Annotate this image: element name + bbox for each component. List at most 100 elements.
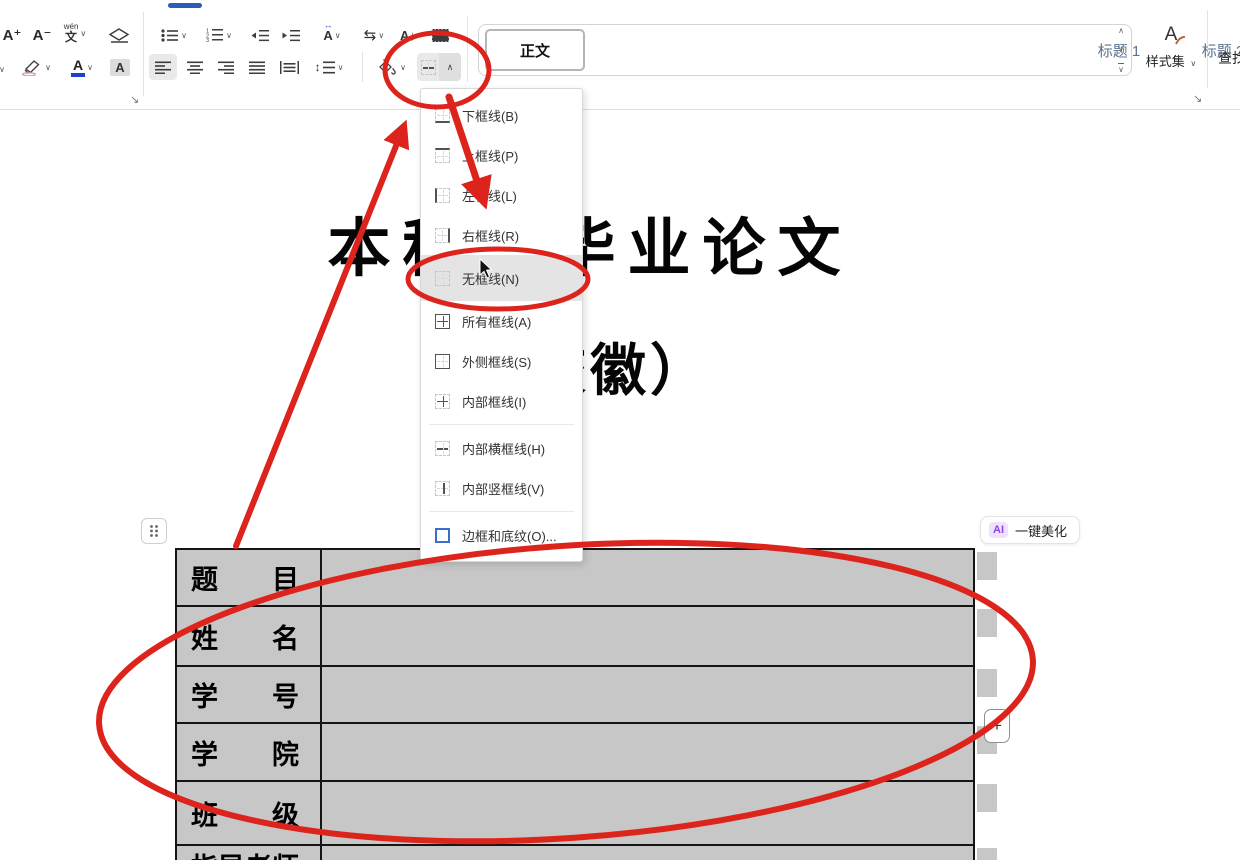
inside-borders-icon bbox=[435, 394, 450, 409]
style-set-icon: A bbox=[1165, 24, 1178, 46]
table-label-cell[interactable]: 姓 名 bbox=[176, 606, 321, 666]
style-set-button[interactable]: A 样式集 ∨ bbox=[1142, 24, 1200, 84]
active-tab-indicator bbox=[168, 3, 202, 8]
font-dialog-launcher[interactable]: ↘ bbox=[130, 93, 139, 106]
ai-badge: AI bbox=[989, 522, 1008, 538]
table-label-cell[interactable]: 指导老师 bbox=[176, 845, 321, 860]
table-value-cell[interactable] bbox=[321, 723, 974, 781]
table-move-handle[interactable] bbox=[141, 518, 167, 544]
align-right-icon bbox=[218, 61, 235, 74]
menu-item-no-border[interactable]: 无框线(N) bbox=[421, 255, 582, 301]
ai-beautify-button[interactable]: AI 一键美化 bbox=[980, 516, 1080, 544]
text-direction-button[interactable]: ⇆ ∨ bbox=[353, 22, 395, 48]
menu-item-label: 内部横框线(H) bbox=[462, 439, 545, 458]
chevron-down-icon: ∨ bbox=[400, 63, 406, 72]
row-end-mark bbox=[977, 609, 997, 637]
table-label-cell[interactable]: 班 级 bbox=[176, 781, 321, 845]
shading-button[interactable]: ∨ bbox=[369, 54, 413, 80]
sort-icon: A↓ bbox=[400, 28, 416, 43]
table-label-cell[interactable]: 题 目 bbox=[176, 549, 321, 606]
table-value-cell[interactable] bbox=[321, 666, 974, 723]
char-scale-icon: ↔ A bbox=[323, 28, 332, 43]
drag-dots-icon bbox=[149, 524, 159, 538]
gallery-expand-button[interactable]: ∨ bbox=[1118, 63, 1124, 74]
gallery-scroll-down-button[interactable]: ∨ bbox=[1118, 45, 1124, 54]
plus-icon: + bbox=[992, 716, 1002, 736]
menu-item-right-border[interactable]: 右框线(R) bbox=[421, 215, 582, 255]
style-item-normal[interactable]: 正文 bbox=[485, 29, 585, 71]
menu-item-borders-and-shading[interactable]: 边框和底纹(O)... bbox=[421, 515, 582, 555]
chevron-down-icon: ∨ bbox=[338, 63, 344, 72]
decrease-font-icon: A⁻ bbox=[33, 26, 52, 44]
increase-font-button[interactable]: A⁺ bbox=[0, 22, 26, 48]
menu-item-label: 无框线(N) bbox=[462, 269, 519, 288]
bullet-list-button[interactable]: ∨ bbox=[153, 22, 195, 48]
document-subtitle: （校徽） bbox=[0, 326, 1180, 407]
borders-button[interactable] bbox=[417, 53, 439, 81]
justify-button[interactable] bbox=[243, 54, 271, 80]
menu-item-bottom-border[interactable]: 下框线(B) bbox=[421, 95, 582, 135]
menu-item-inside-borders[interactable]: 内部框线(I) bbox=[421, 381, 582, 421]
app-window: A⁺ A⁻ wén 文 ∨ ∨ ∨ bbox=[0, 0, 1240, 860]
phonetic-guide-icon: wén 文 bbox=[64, 23, 79, 43]
border-dropdown-menu: 下框线(B) 上框线(P) 左框线(L) 右框线(R) 无框线(N) 所有框线(… bbox=[420, 88, 583, 562]
highlight-color-button[interactable]: ∨ bbox=[14, 54, 58, 80]
find-button[interactable]: 查找 bbox=[1218, 48, 1240, 68]
menu-item-top-border[interactable]: 上框线(P) bbox=[421, 135, 582, 175]
chevron-down-icon: ∨ bbox=[0, 65, 5, 74]
menu-item-inside-horizontal-border[interactable]: 内部横框线(H) bbox=[421, 428, 582, 468]
chevron-down-icon: ∨ bbox=[45, 63, 51, 72]
menu-item-inside-vertical-border[interactable]: 内部竖框线(V) bbox=[421, 468, 582, 508]
numbered-list-button[interactable]: 1 2 3 ∨ bbox=[197, 22, 241, 48]
ai-beautify-label: 一键美化 bbox=[1015, 521, 1067, 540]
gallery-scroll-up-button[interactable]: ∧ bbox=[1118, 26, 1124, 35]
chevron-down-icon: ∨ bbox=[181, 31, 187, 40]
eraser-icon bbox=[109, 28, 130, 43]
font-color-button[interactable]: A ∨ bbox=[60, 54, 104, 80]
line-spacing-button[interactable]: ↕ ∨ bbox=[307, 54, 351, 80]
table-row: 班 级 bbox=[176, 781, 974, 845]
group-divider bbox=[467, 16, 468, 82]
table-row: 学 号 bbox=[176, 666, 974, 723]
table-label-cell[interactable]: 学 号 bbox=[176, 666, 321, 723]
decrease-font-button[interactable]: A⁻ bbox=[28, 22, 56, 48]
table-value-cell[interactable] bbox=[321, 781, 974, 845]
increase-font-icon: A⁺ bbox=[3, 26, 22, 44]
menu-item-label: 左框线(L) bbox=[462, 186, 517, 205]
table-value-cell[interactable] bbox=[321, 845, 974, 860]
table-label-cell[interactable]: 学 院 bbox=[176, 723, 321, 781]
borders-split-button[interactable]: ∧ bbox=[417, 53, 461, 81]
char-scale-button[interactable]: ↔ A ∨ bbox=[310, 22, 354, 48]
align-right-button[interactable] bbox=[212, 54, 240, 80]
style-set-label: 样式集 bbox=[1146, 54, 1185, 69]
formatting-marks-button[interactable] bbox=[426, 22, 454, 48]
formatting-marks-icon bbox=[432, 29, 449, 42]
swap-arrows-icon: ⇆ bbox=[364, 26, 377, 44]
table-value-cell[interactable] bbox=[321, 549, 974, 606]
phonetic-guide-button[interactable]: wén 文 ∨ bbox=[58, 20, 92, 46]
align-left-button[interactable] bbox=[149, 54, 177, 80]
menu-item-left-border[interactable]: 左框线(L) bbox=[421, 175, 582, 215]
distribute-button[interactable] bbox=[274, 54, 304, 80]
table-value-cell[interactable] bbox=[321, 606, 974, 666]
styles-dialog-launcher[interactable]: ↘ bbox=[1193, 92, 1202, 105]
menu-item-outside-borders[interactable]: 外侧框线(S) bbox=[421, 341, 582, 381]
menu-item-all-borders[interactable]: 所有框线(A) bbox=[421, 301, 582, 341]
align-center-button[interactable] bbox=[181, 54, 209, 80]
sort-button[interactable]: A↓ bbox=[393, 22, 423, 48]
char-shading-button[interactable]: A bbox=[106, 54, 134, 80]
clear-format-button[interactable] bbox=[104, 22, 134, 48]
row-end-mark bbox=[977, 784, 997, 812]
paint-bucket-icon bbox=[376, 59, 398, 75]
borders-dropdown-button[interactable]: ∧ bbox=[439, 53, 461, 81]
all-borders-icon bbox=[435, 314, 450, 329]
menu-item-label: 边框和底纹(O)... bbox=[462, 526, 557, 545]
right-border-icon bbox=[435, 228, 450, 243]
decrease-indent-button[interactable] bbox=[245, 22, 275, 48]
find-label: 查找 bbox=[1218, 50, 1240, 66]
font-dropdown-button[interactable]: ∨ bbox=[0, 56, 8, 82]
add-column-button[interactable]: + bbox=[984, 709, 1010, 743]
menu-item-label: 内部竖框线(V) bbox=[462, 479, 544, 498]
menu-item-label: 外侧框线(S) bbox=[462, 352, 531, 371]
increase-indent-button[interactable] bbox=[276, 22, 306, 48]
